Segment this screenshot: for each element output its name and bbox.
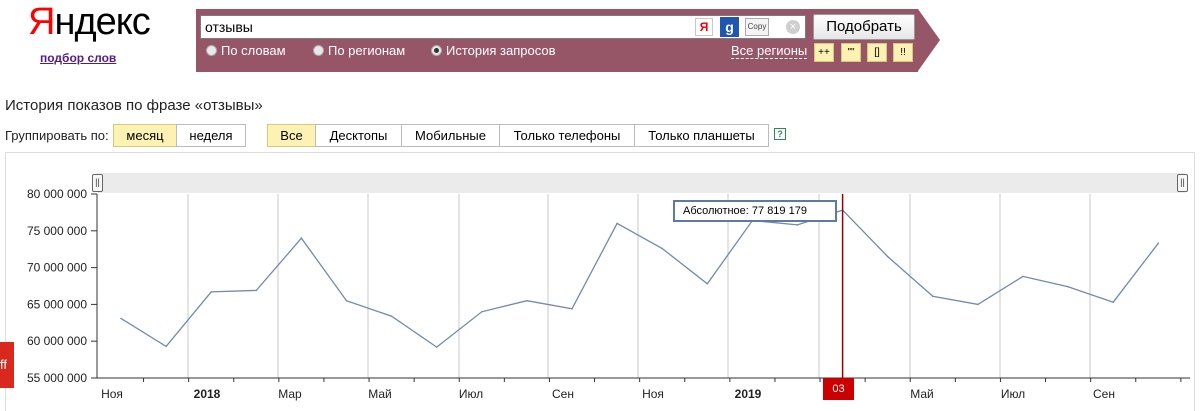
data-point [390,315,393,317]
data-point [300,237,303,239]
x-tick-label: Май [910,387,934,401]
x-tick-label: Ноя [101,387,123,401]
x-tick-label: 2018 [194,387,221,401]
data-point [706,282,709,285]
data-point [255,289,258,292]
history-line-chart[interactable]: 55 000 000 60 000 000 65 000 000 70 000 000… [0,0,1200,411]
x-tick-label: Сен [552,387,574,401]
x-tick-label: 2019 [735,387,762,401]
data-point [435,346,438,348]
data-point [1022,275,1024,278]
data-point [886,255,889,258]
y-tick-label: 75 000 000 [27,224,87,238]
data-point [661,247,663,250]
x-tick-label: Июл [459,387,483,401]
x-tick-label: Мар [278,387,302,401]
data-point [120,317,122,320]
data-point [796,224,799,226]
series-line [120,209,1159,348]
value-tooltip: Абсолютное: 77 819 179 [673,200,837,222]
data-point [345,299,348,302]
cursor-month-badge: 03 [823,378,854,400]
x-tick-label: Май [368,387,392,401]
side-tab[interactable]: ff [0,342,14,388]
data-point [165,345,167,348]
data-point [977,303,979,306]
y-tick-label: 55 000 000 [27,371,87,385]
data-point [1112,301,1114,303]
data-point [571,308,573,310]
data-point [616,222,618,225]
y-tick-label: 70 000 000 [27,261,87,275]
y-tick-label: 80 000 000 [27,187,87,201]
y-tick-label: 60 000 000 [27,334,87,348]
data-point [932,295,934,298]
x-tick-label: Июл [1001,387,1025,401]
data-point [1067,285,1069,288]
data-point [1157,242,1160,245]
data-point [210,291,212,293]
x-tick-label: Ноя [642,387,664,401]
x-tick-label: Сен [1093,387,1115,401]
y-tick-label: 65 000 000 [27,297,87,311]
data-point [481,310,483,313]
data-point [526,299,528,302]
